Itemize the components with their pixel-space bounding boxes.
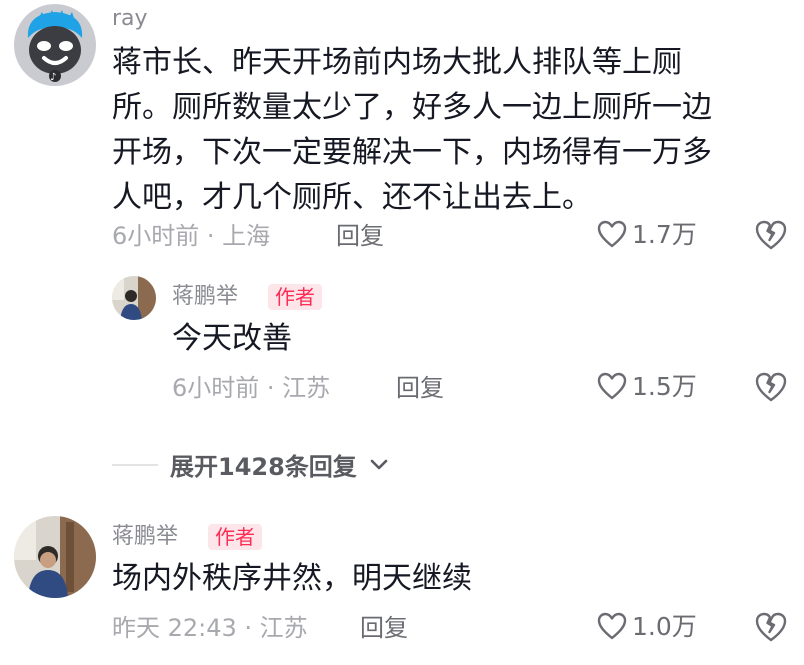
avatar[interactable]: ♪ <box>14 4 96 86</box>
comment-username[interactable]: 蒋鹏举 <box>112 526 178 548</box>
reply-button[interactable]: 回复 <box>360 616 408 640</box>
reply-button[interactable]: 回复 <box>396 376 444 400</box>
heart-icon <box>596 371 628 401</box>
chevron-down-icon <box>369 458 389 472</box>
comment-meta: 昨天 22:43 · 江苏 <box>112 614 308 642</box>
reply-meta: 6小时前 · 江苏 <box>172 374 331 402</box>
broken-heart-icon <box>754 219 788 251</box>
heart-icon <box>596 611 628 641</box>
comment-text-line: 所。厕所数量太少了，好多人一边上厕所一边 <box>112 90 712 125</box>
person-photo-avatar-icon <box>14 516 96 598</box>
author-badge: 作者 <box>208 524 262 550</box>
like-button[interactable]: 1.7万 <box>596 219 697 249</box>
broken-heart-icon <box>754 611 788 643</box>
avatar[interactable] <box>14 516 96 598</box>
reply-text: 今天改善 <box>172 321 292 356</box>
person-photo-avatar-icon <box>112 276 156 320</box>
dislike-button[interactable] <box>754 611 788 643</box>
reply-username[interactable]: 蒋鹏举 <box>172 286 238 308</box>
broken-heart-icon <box>754 371 788 403</box>
avatar[interactable] <box>112 276 156 320</box>
comment-meta: 6小时前 · 上海 <box>112 222 271 250</box>
expand-replies-row[interactable]: 展开1428条回复 <box>112 447 389 482</box>
author-badge: 作者 <box>268 284 322 310</box>
like-count: 1.0万 <box>632 611 697 641</box>
blue-hair-cartoon-avatar-icon: ♪ <box>14 4 96 86</box>
comment-text-line: 人吧，才几个厕所、还不让出去上。 <box>112 180 592 215</box>
comment-username[interactable]: ray <box>112 8 148 30</box>
dislike-button[interactable] <box>754 219 788 251</box>
like-count: 1.7万 <box>632 219 697 249</box>
comment-text-line: 开场，下次一定要解决一下，内场得有一万多 <box>112 135 712 170</box>
reply-button[interactable]: 回复 <box>336 224 384 248</box>
like-count: 1.5万 <box>632 371 697 401</box>
like-button[interactable]: 1.0万 <box>596 611 697 641</box>
svg-text:♪: ♪ <box>50 72 56 83</box>
comment-text-line: 蒋市长、昨天开场前内场大批人排队等上厕 <box>112 45 682 80</box>
like-button[interactable]: 1.5万 <box>596 371 697 401</box>
expand-replies-button[interactable]: 展开1428条回复 <box>170 447 357 482</box>
divider <box>112 463 158 466</box>
heart-icon <box>596 219 628 249</box>
dislike-button[interactable] <box>754 371 788 403</box>
comment-text: 场内外秩序井然，明天继续 <box>112 561 472 596</box>
comment-list: ♪ ray 蒋市长、昨天开场前内场大批人排队等上厕 所。厕所数量太少了，好多人一… <box>0 0 804 665</box>
